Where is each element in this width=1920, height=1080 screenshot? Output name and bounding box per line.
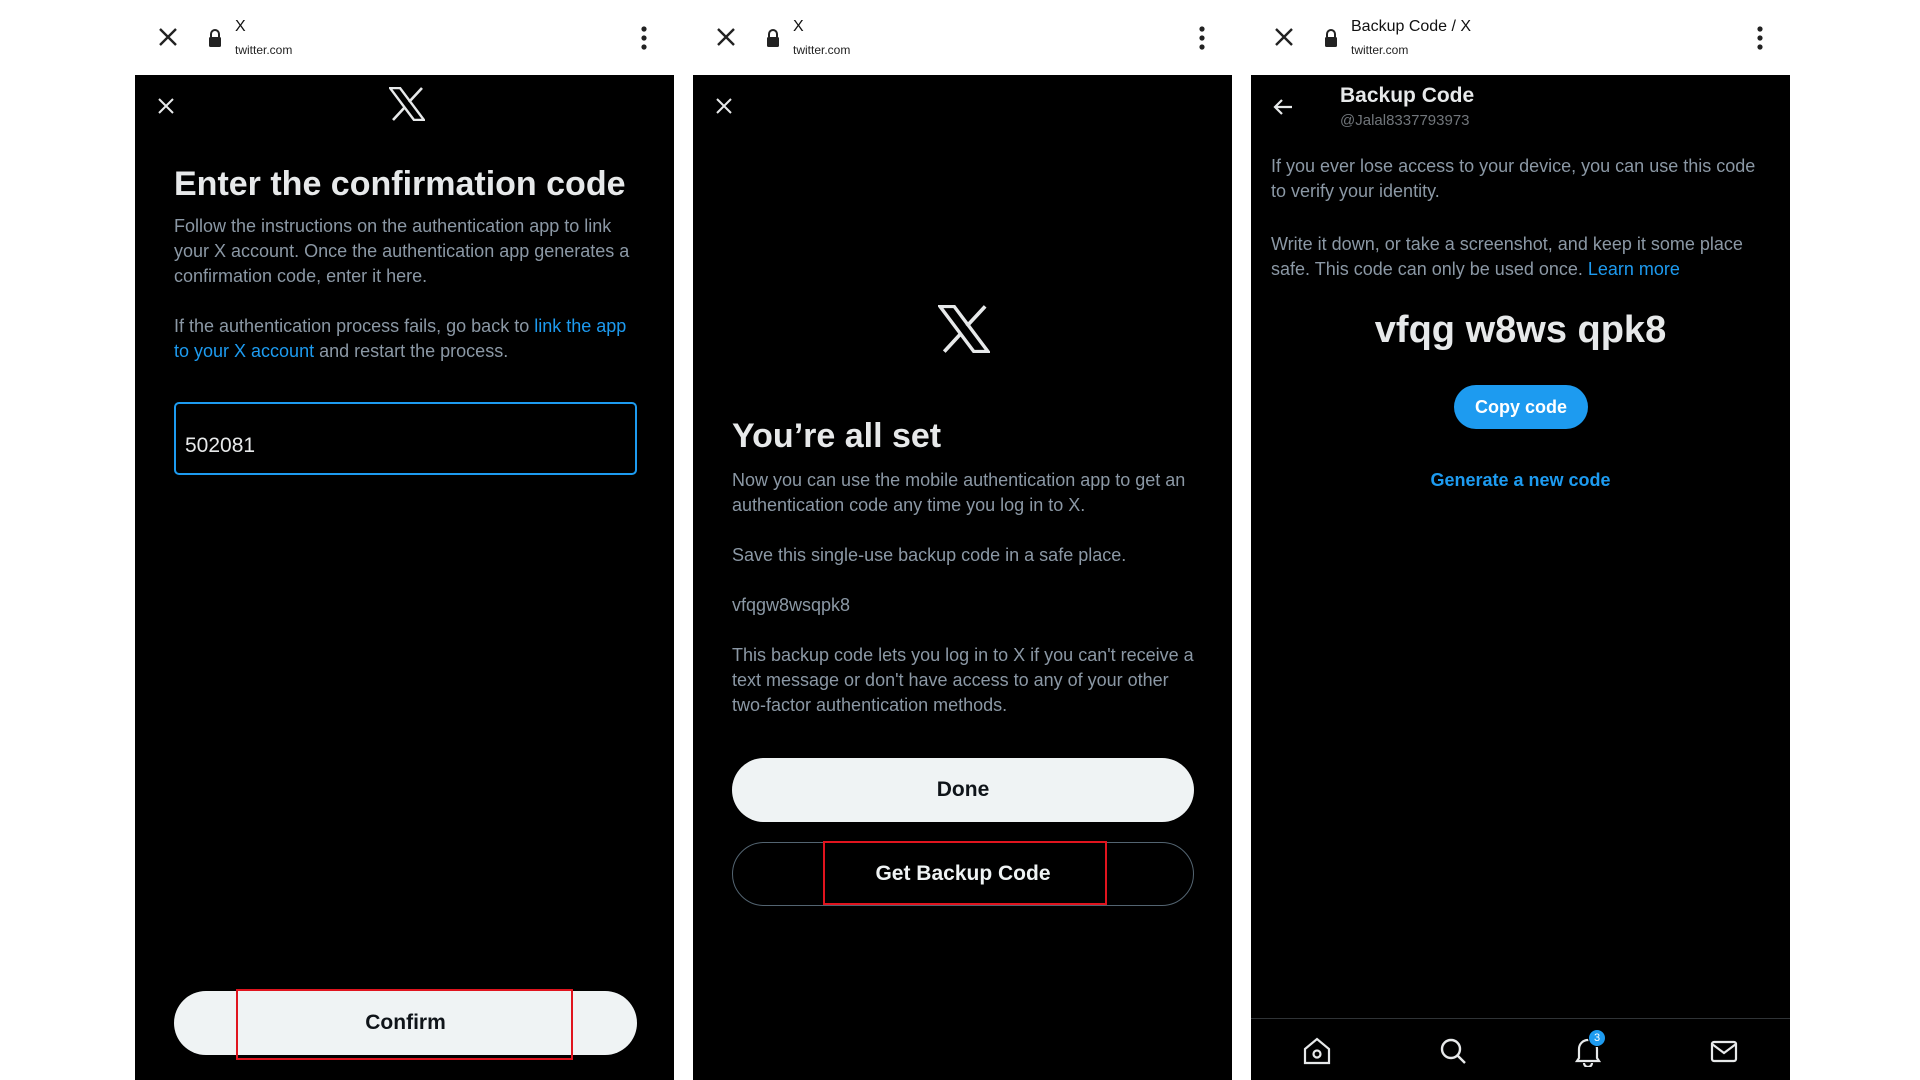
panel-backup-code: Backup Code / X twitter.com Backup Code … (1251, 0, 1790, 1080)
browser-bar: X twitter.com (693, 0, 1232, 74)
generate-new-code-link[interactable]: Generate a new code (1430, 470, 1610, 490)
browser-title: X (235, 18, 246, 35)
copy-code-label: Copy code (1474, 396, 1567, 417)
notification-badge: 3 (1588, 1029, 1606, 1047)
browser-title: X (793, 18, 804, 35)
done-label: Done (936, 778, 990, 801)
copy-code-button[interactable]: Copy code (1454, 385, 1588, 429)
confirmation-code-field[interactable] (174, 402, 637, 475)
user-handle: @Jalal8337793973 (1340, 112, 1470, 129)
dark-screen: You’re all set Now you can use the mobil… (693, 75, 1232, 1080)
confirm-button[interactable]: Confirm (174, 991, 637, 1055)
get-backup-code-button[interactable]: Get Backup Code (732, 842, 1194, 906)
browser-title: Backup Code / X (1351, 18, 1472, 35)
backup-explain-text: This backup code lets you log in to X if… (732, 645, 1194, 715)
backup-code-display: vfqg w8ws qpk8 (1374, 309, 1667, 351)
more-vert-icon[interactable] (1198, 25, 1206, 51)
fail-suffix: and restart the process. (314, 341, 509, 361)
get-backup-label: Get Backup Code (875, 862, 1051, 885)
close-icon[interactable] (157, 97, 175, 115)
page-title: Backup Code (1340, 84, 1475, 107)
fail-help-text: If the authentication process fails, go … (174, 314, 634, 364)
lock-icon (1325, 29, 1337, 47)
screenshot-collage: X twitter.com Enter the confirmation cod… (0, 0, 1920, 1080)
info-text: Now you can use the mobile authenticatio… (732, 470, 1186, 515)
panel-confirmation-code: X twitter.com Enter the confirmation cod… (135, 0, 674, 1080)
confirmation-code-input[interactable] (185, 434, 605, 458)
done-button[interactable]: Done (732, 758, 1194, 822)
learn-more-link[interactable]: Learn more (1588, 259, 1680, 279)
page-title: You’re all set (732, 417, 942, 455)
instructions-text: Follow the instructions on the authentic… (174, 216, 630, 286)
confirm-label: Confirm (365, 1011, 446, 1034)
more-vert-icon[interactable] (1756, 25, 1764, 51)
back-arrow-icon[interactable] (1271, 95, 1295, 119)
browser-url[interactable]: twitter.com (1351, 43, 1408, 57)
page-title: Enter the confirmation code (174, 165, 626, 203)
close-icon[interactable] (155, 24, 181, 50)
x-logo-icon (938, 305, 990, 353)
home-icon[interactable] (1301, 1035, 1333, 1067)
notifications-tab[interactable]: 3 (1572, 1029, 1606, 1069)
panel-all-set: X twitter.com You’re all set Now you can… (693, 0, 1232, 1080)
more-vert-icon[interactable] (640, 25, 648, 51)
search-icon[interactable] (1437, 1035, 1469, 1067)
close-icon[interactable] (1271, 24, 1297, 50)
fail-prefix: If the authentication process fails, go … (174, 316, 535, 336)
browser-bar: Backup Code / X twitter.com (1251, 0, 1790, 74)
save-code-text: Save this single-use backup code in a sa… (732, 545, 1127, 565)
backup-code-text: vfqgw8wsqpk8 (732, 595, 851, 615)
bottom-tab-bar: 3 (1251, 1018, 1790, 1080)
browser-bar: X twitter.com (135, 0, 674, 74)
lock-icon (209, 29, 221, 47)
x-logo-icon (389, 87, 425, 121)
write-down-text: Write it down, or take a screenshot, and… (1271, 232, 1771, 282)
dark-screen: Backup Code @Jalal8337793973 If you ever… (1251, 75, 1790, 1080)
browser-url[interactable]: twitter.com (235, 43, 292, 57)
close-icon[interactable] (715, 97, 733, 115)
lock-icon (767, 29, 779, 47)
browser-url[interactable]: twitter.com (793, 43, 850, 57)
lose-access-text: If you ever lose access to your device, … (1271, 156, 1756, 201)
generate-code-row: Generate a new code (1251, 470, 1790, 491)
dark-screen: Enter the confirmation code Follow the i… (135, 75, 674, 1080)
close-icon[interactable] (713, 24, 739, 50)
mail-icon[interactable] (1708, 1035, 1740, 1067)
